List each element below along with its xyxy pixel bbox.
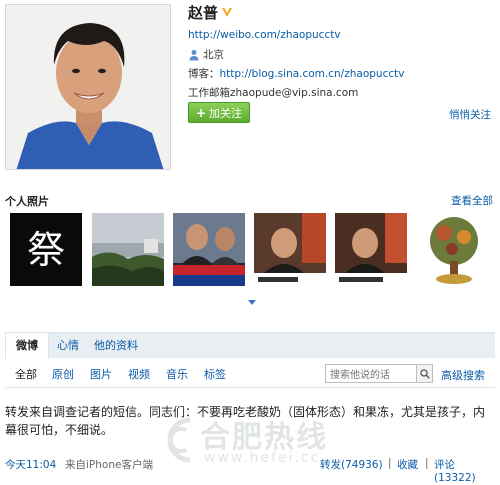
location-text: 北京 bbox=[203, 49, 224, 61]
filter-music[interactable]: 音乐 bbox=[166, 366, 188, 382]
forward-link[interactable]: 转发(74936) bbox=[320, 457, 383, 472]
profile-homepage-link[interactable]: http://weibo.com/zhaopucctv bbox=[188, 29, 341, 41]
profile-avatar[interactable] bbox=[5, 4, 171, 170]
meta-separator-1: | bbox=[388, 457, 392, 469]
post-search-input[interactable] bbox=[325, 364, 417, 383]
email-address: zhaopude@vip.sina.com bbox=[230, 87, 359, 99]
plus-icon: + bbox=[195, 105, 207, 120]
tab-profile-info[interactable]: 他的资料 bbox=[94, 333, 138, 359]
profile-email: 工作邮箱zhaopude@vip.sina.com bbox=[188, 85, 358, 100]
thumb-landscape[interactable] bbox=[92, 213, 164, 286]
profile-location: 北京 bbox=[188, 47, 224, 62]
profile-name: 赵普 bbox=[188, 3, 219, 22]
thumb-glyph: 祭 bbox=[27, 228, 65, 272]
photo-thumbnails: 祭 bbox=[10, 213, 490, 286]
photos-section-title: 个人照片 bbox=[5, 195, 49, 208]
tab-weibo[interactable]: 微博 bbox=[5, 333, 49, 359]
thumb-tree-illustration[interactable] bbox=[418, 213, 490, 286]
thumb-ji-character[interactable]: 祭 bbox=[10, 213, 82, 286]
filter-original[interactable]: 原创 bbox=[52, 366, 74, 382]
post-meta: 今天11:04 来自iPhone客户端 转发(74936) | 收藏 | 评论(… bbox=[5, 457, 495, 484]
post-time-link[interactable]: 今天11:04 bbox=[5, 457, 56, 472]
filter-all[interactable]: 全部 bbox=[15, 366, 37, 382]
verified-badge-icon bbox=[222, 8, 233, 17]
advanced-search-link[interactable]: 高级搜索 bbox=[441, 367, 485, 383]
quiet-follow-link[interactable]: 悄悄关注 bbox=[449, 107, 491, 122]
filter-tags[interactable]: 标签 bbox=[204, 366, 226, 382]
post-filter-bar: 全部 原创 图片 视频 音乐 标签 高级搜索 bbox=[5, 358, 495, 388]
filter-images[interactable]: 图片 bbox=[90, 366, 112, 382]
expand-photos-arrow-icon[interactable] bbox=[248, 300, 256, 305]
search-icon bbox=[419, 368, 430, 379]
email-label: 工作邮箱 bbox=[188, 87, 230, 99]
blog-label: 博客： bbox=[188, 68, 220, 80]
favorite-link[interactable]: 收藏 bbox=[397, 457, 418, 472]
thumb-news-broadcast-1[interactable] bbox=[173, 213, 245, 286]
comment-link[interactable]: 评论(13322) bbox=[434, 457, 495, 484]
view-all-photos-link[interactable]: 查看全部 bbox=[451, 193, 493, 208]
follow-button-label: 加关注 bbox=[209, 106, 243, 120]
post-text: 转发来自调查记者的短信。同志们：不要再吃老酸奶（固体形态）和果冻，尤其是孩子，内… bbox=[5, 405, 486, 437]
follow-button[interactable]: + 加关注 bbox=[188, 102, 250, 123]
tab-mood[interactable]: 心情 bbox=[57, 333, 79, 359]
profile-blog: 博客：http://blog.sina.com.cn/zhaopucctv bbox=[188, 66, 404, 81]
meta-separator-2: | bbox=[425, 457, 429, 469]
filter-videos[interactable]: 视频 bbox=[128, 366, 150, 382]
blog-link[interactable]: http://blog.sina.com.cn/zhaopucctv bbox=[220, 68, 405, 80]
profile-name-row: 赵普 bbox=[188, 3, 233, 22]
thumb-news-broadcast-2[interactable] bbox=[254, 213, 326, 286]
post-source: 来自iPhone客户端 bbox=[65, 459, 153, 471]
profile-tab-bar: 微博 心情 他的资料 bbox=[5, 332, 495, 359]
search-button[interactable] bbox=[416, 364, 433, 383]
person-icon bbox=[189, 49, 199, 60]
thumb-news-broadcast-3[interactable] bbox=[335, 213, 407, 286]
